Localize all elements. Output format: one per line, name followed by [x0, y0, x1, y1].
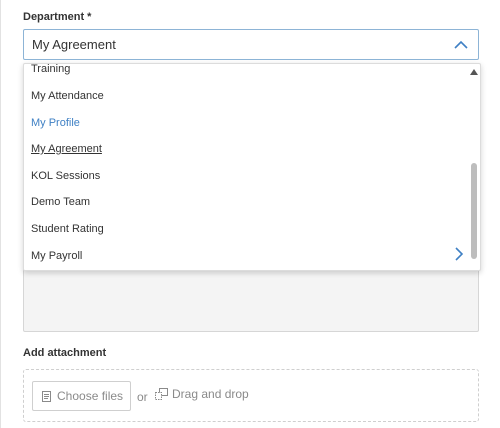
option-my-attendance[interactable]: My Attendance	[31, 90, 104, 102]
file-drop-zone[interactable]: Choose files or Drag and drop	[23, 369, 479, 422]
option-my-profile[interactable]: My Profile	[31, 117, 80, 129]
dropdown-scrollbar[interactable]	[470, 66, 478, 268]
department-label: Department *	[23, 11, 92, 23]
department-select[interactable]: My Agreement	[23, 29, 479, 60]
option-training[interactable]: Training	[31, 64, 70, 75]
chevron-up-icon[interactable]	[454, 38, 468, 52]
description-textarea[interactable]	[23, 262, 479, 332]
attachment-label: Add attachment	[23, 347, 107, 359]
option-my-agreement[interactable]: My Agreement	[31, 143, 102, 155]
chevron-right-icon[interactable]	[454, 247, 464, 261]
option-kol-sessions[interactable]: KOL Sessions	[31, 170, 100, 182]
choose-files-label: Choose files	[57, 389, 124, 403]
panel-left-border	[0, 0, 1, 428]
drag-drop-label: Drag and drop	[172, 387, 249, 401]
option-student-rating[interactable]: Student Rating	[31, 223, 104, 235]
triangle-up-icon[interactable]	[470, 69, 478, 75]
drag-and-drop: Drag and drop	[155, 387, 249, 401]
option-demo-team[interactable]: Demo Team	[31, 196, 90, 208]
file-icon	[42, 390, 51, 402]
copy-icon	[155, 388, 168, 400]
department-selected-value: My Agreement	[32, 37, 116, 52]
department-dropdown: Training My Attendance My Profile My Agr…	[23, 63, 481, 271]
option-my-payroll[interactable]: My Payroll	[31, 250, 82, 262]
scrollbar-thumb[interactable]	[471, 163, 477, 259]
choose-files-button[interactable]: Choose files	[32, 381, 131, 411]
or-separator: or	[137, 390, 148, 404]
